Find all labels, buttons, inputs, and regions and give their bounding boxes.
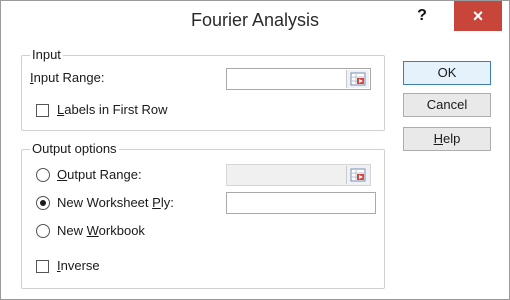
inverse-checkbox[interactable] [36, 260, 49, 273]
output-options-label: Output options [30, 141, 119, 156]
close-icon[interactable]: × [454, 1, 502, 31]
input-range-label: Input Range: [30, 70, 105, 85]
new-worksheet-field[interactable] [226, 192, 376, 214]
radio-selected-dot [40, 200, 46, 206]
new-workbook-label[interactable]: New Workbook [57, 223, 145, 238]
title-bar: Fourier Analysis ? × [1, 1, 509, 41]
output-range-field[interactable] [226, 164, 371, 186]
new-worksheet-radio[interactable] [36, 196, 50, 210]
new-worksheet-label[interactable]: New Worksheet Ply: [57, 195, 174, 210]
input-range-field[interactable] [226, 68, 371, 90]
output-range-label[interactable]: Output Range: [57, 167, 142, 182]
output-range-radio[interactable] [36, 168, 50, 182]
range-select-icon[interactable] [346, 166, 369, 184]
labels-first-row-label[interactable]: Labels in First Row [57, 102, 168, 117]
ok-button[interactable]: OK [403, 61, 491, 85]
input-group: Input Input Range: Labels in First Row [21, 47, 385, 131]
fourier-analysis-dialog: Fourier Analysis ? × Input Input Range: … [0, 0, 510, 300]
question-icon[interactable]: ? [411, 5, 433, 27]
input-group-label: Input [30, 47, 63, 62]
help-button[interactable]: Help [403, 127, 491, 151]
cancel-button[interactable]: Cancel [403, 93, 491, 117]
inverse-label[interactable]: Inverse [57, 258, 100, 273]
output-options-group: Output options Output Range: New Workshe… [21, 141, 385, 289]
new-worksheet-input[interactable] [227, 193, 375, 213]
labels-first-row-checkbox[interactable] [36, 104, 49, 117]
new-workbook-radio[interactable] [36, 224, 50, 238]
range-select-icon[interactable] [346, 70, 369, 88]
